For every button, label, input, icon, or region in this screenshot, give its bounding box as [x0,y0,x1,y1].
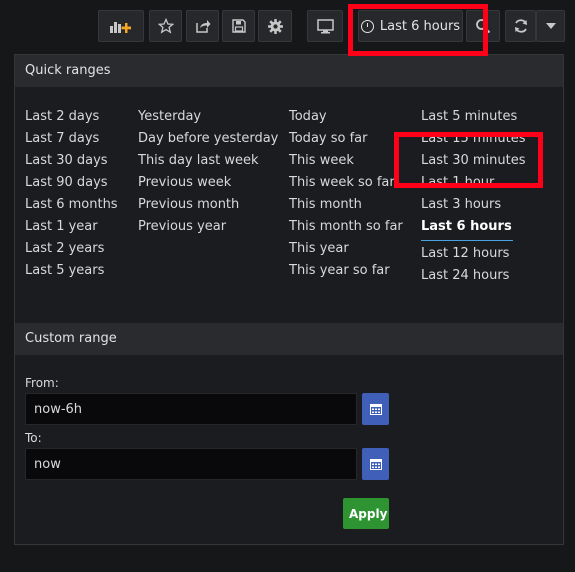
time-picker-panel: Quick ranges Last 2 days Last 7 days Las… [14,54,564,545]
star-icon [157,18,174,34]
quick-range-link[interactable]: Last 90 days [25,172,118,194]
from-calendar-button[interactable] [362,393,389,425]
bar-chart-add-icon [110,22,131,33]
quick-range-link[interactable]: Day before yesterday [138,128,278,150]
quick-range-link[interactable]: Previous month [138,194,278,216]
quick-range-link[interactable]: Today [289,106,403,128]
quick-range-link[interactable]: Last 6 months [25,194,118,216]
quick-ranges-heading: Quick ranges [15,55,563,87]
quick-range-link[interactable]: Previous year [138,216,278,238]
quick-range-link[interactable]: Last 2 days [25,106,118,128]
share-dashboard-button[interactable] [186,10,219,42]
quick-ranges-col-1: Last 2 days Last 7 days Last 30 days Las… [25,106,118,282]
add-panel-button[interactable] [98,10,144,42]
quick-range-link[interactable]: This month [289,194,403,216]
highlight-box-time-range [348,4,488,56]
calendar-icon [369,459,382,470]
quick-range-link[interactable]: Last 7 days [25,128,118,150]
quick-range-link[interactable]: Last 30 days [25,150,118,172]
quick-ranges-col-3: Today Today so far This week This week s… [289,106,403,282]
quick-range-link[interactable]: Today so far [289,128,403,150]
quick-range-link[interactable]: Previous week [138,172,278,194]
gear-icon [267,18,283,34]
from-label: From: [25,376,59,390]
quick-range-link[interactable]: Last 5 years [25,260,118,282]
custom-range-heading: Custom range [15,323,563,355]
quick-range-link[interactable]: Yesterday [138,106,278,128]
view-mode-button[interactable] [307,10,343,42]
star-dashboard-button[interactable] [149,10,182,42]
quick-range-link[interactable]: Last 12 hours [421,243,526,265]
highlight-box-last-30-minutes [394,132,543,188]
monitor-icon [316,18,334,33]
from-input[interactable] [25,393,357,425]
quick-range-link[interactable]: This week so far [289,172,403,194]
quick-ranges-col-2: Yesterday Day before yesterday This day … [138,106,278,238]
save-icon [231,19,246,33]
quick-range-link[interactable]: This week [289,150,403,172]
to-input[interactable] [25,448,357,480]
quick-range-link[interactable]: Last 2 years [25,238,118,260]
quick-range-link[interactable]: This day last week [138,150,278,172]
quick-range-link[interactable]: This year so far [289,260,403,282]
quick-range-link[interactable]: Last 5 minutes [421,106,526,128]
apply-button[interactable]: Apply [343,498,389,529]
refresh-interval-dropdown[interactable] [536,10,565,42]
quick-range-link[interactable]: This month so far [289,216,403,238]
calendar-icon [369,404,382,415]
save-dashboard-button[interactable] [222,10,255,42]
quick-range-link-selected[interactable]: Last 6 hours [421,216,513,241]
quick-range-link[interactable]: This year [289,238,403,260]
quick-range-link[interactable]: Last 1 year [25,216,118,238]
quick-range-link[interactable]: Last 3 hours [421,194,526,216]
settings-button[interactable] [258,10,292,42]
to-calendar-button[interactable] [362,448,389,480]
refresh-icon [514,19,527,33]
to-label: To: [25,431,42,445]
refresh-button[interactable] [505,10,536,42]
caret-down-icon [545,23,556,29]
share-icon [195,20,210,33]
quick-range-link[interactable]: Last 24 hours [421,265,526,287]
